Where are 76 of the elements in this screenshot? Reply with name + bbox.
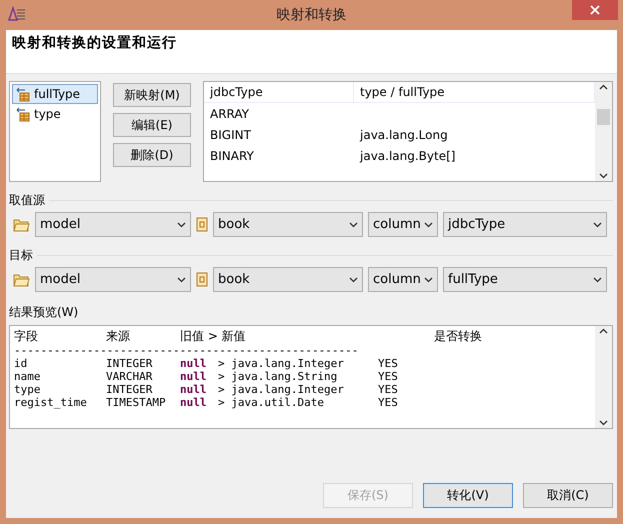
window-title: 映射和转换 <box>276 6 346 24</box>
caret-icon <box>593 276 602 282</box>
folder-icon <box>13 218 30 232</box>
scrollbar[interactable] <box>595 82 612 181</box>
caret-icon <box>599 420 608 426</box>
preview-header: 旧值 > 新值 <box>180 328 247 344</box>
table-cell-text: java.lang.Long <box>358 126 449 144</box>
preview-header: 是否转换 <box>434 328 483 344</box>
preview-cell-text: regist_time <box>14 396 88 409</box>
group-label: 目标 <box>9 247 33 264</box>
table-dropdown[interactable]: book <box>213 212 363 237</box>
preview-cell-text: > java.lang.Integer <box>218 357 345 370</box>
model-dropdown[interactable]: model <box>35 212 191 237</box>
old-value: null <box>180 370 208 383</box>
dialog-button[interactable]: 取消(C) <box>523 483 613 508</box>
caret-icon <box>177 222 186 228</box>
preview-label: 结果预览(W) <box>9 304 80 321</box>
group-label: 取值源 <box>9 192 45 209</box>
mapping-button[interactable]: 删除(D) <box>113 143 191 167</box>
preview-cell-text: > java.lang.String <box>218 370 338 383</box>
old-value: null <box>180 396 208 409</box>
caret-icon <box>593 222 602 228</box>
preview-cell-text: YES <box>378 383 399 396</box>
close-icon <box>590 5 600 15</box>
caret-icon <box>424 222 433 228</box>
column-header[interactable]: type / fullType <box>354 82 595 103</box>
preview-cell-text: YES <box>378 370 399 383</box>
table-cell-text: BINARY <box>209 148 255 164</box>
type-list-item[interactable]: fullType <box>12 84 98 104</box>
type-label: fullType <box>34 87 80 101</box>
separator-line: ---------------------------------------------------- <box>14 344 360 357</box>
mapping-button[interactable]: 新映射(M) <box>113 83 191 107</box>
old-value: null <box>180 383 208 396</box>
dialog-button[interactable]: 转化(V) <box>423 483 513 508</box>
caret-icon <box>177 276 186 282</box>
file-icon <box>196 217 208 232</box>
scrollbar-thumb[interactable] <box>597 108 610 124</box>
preview-cell-text: INTEGER <box>106 357 154 370</box>
table-icon <box>15 106 31 122</box>
header-title: 映射和转换的设置和运行 <box>12 35 177 51</box>
preview-cell-text: type <box>14 383 42 396</box>
old-value: null <box>180 357 208 370</box>
close-button[interactable] <box>572 0 618 20</box>
file-icon <box>196 272 208 287</box>
type-label: type <box>34 107 61 121</box>
caret-icon <box>599 173 608 179</box>
preview-cell-text: id <box>14 357 28 370</box>
preview-cell-text: YES <box>378 357 399 370</box>
table-cell-text: java.lang.Byte[] <box>358 148 456 164</box>
preview-cell-text: > java.lang.Integer <box>218 383 345 396</box>
app-icon <box>8 6 26 22</box>
type-list-item[interactable]: type <box>12 104 98 124</box>
caret-icon <box>424 276 433 282</box>
preview-cell-text: > java.util.Date <box>218 396 325 409</box>
preview-cell-text: TIMESTAMP <box>106 396 167 409</box>
caret-icon <box>349 222 358 228</box>
mapping-button[interactable]: 编辑(E) <box>113 113 191 137</box>
field-dropdown[interactable]: fullType <box>443 267 607 292</box>
table-cell-text: ARRAY <box>209 106 250 122</box>
model-dropdown[interactable]: model <box>35 267 191 292</box>
table-icon <box>15 86 31 102</box>
preview-header: 来源 <box>106 328 131 344</box>
preview-cell-text: YES <box>378 396 399 409</box>
folder-icon <box>13 272 30 286</box>
preview-header: 字段 <box>14 328 39 344</box>
kind-dropdown[interactable]: column <box>368 267 438 292</box>
preview-cell-text: name <box>14 370 42 383</box>
table-dropdown[interactable]: book <box>213 267 363 292</box>
caret-icon <box>349 276 358 282</box>
kind-dropdown[interactable]: column <box>368 212 438 237</box>
field-dropdown[interactable]: jdbcType <box>443 212 607 237</box>
table-cell-text: BIGINT <box>209 126 252 144</box>
scrollbar[interactable] <box>595 326 612 428</box>
column-header[interactable]: jdbcType <box>204 82 354 103</box>
preview-cell-text: INTEGER <box>106 383 154 396</box>
preview-cell-text: VARCHAR <box>106 370 154 383</box>
